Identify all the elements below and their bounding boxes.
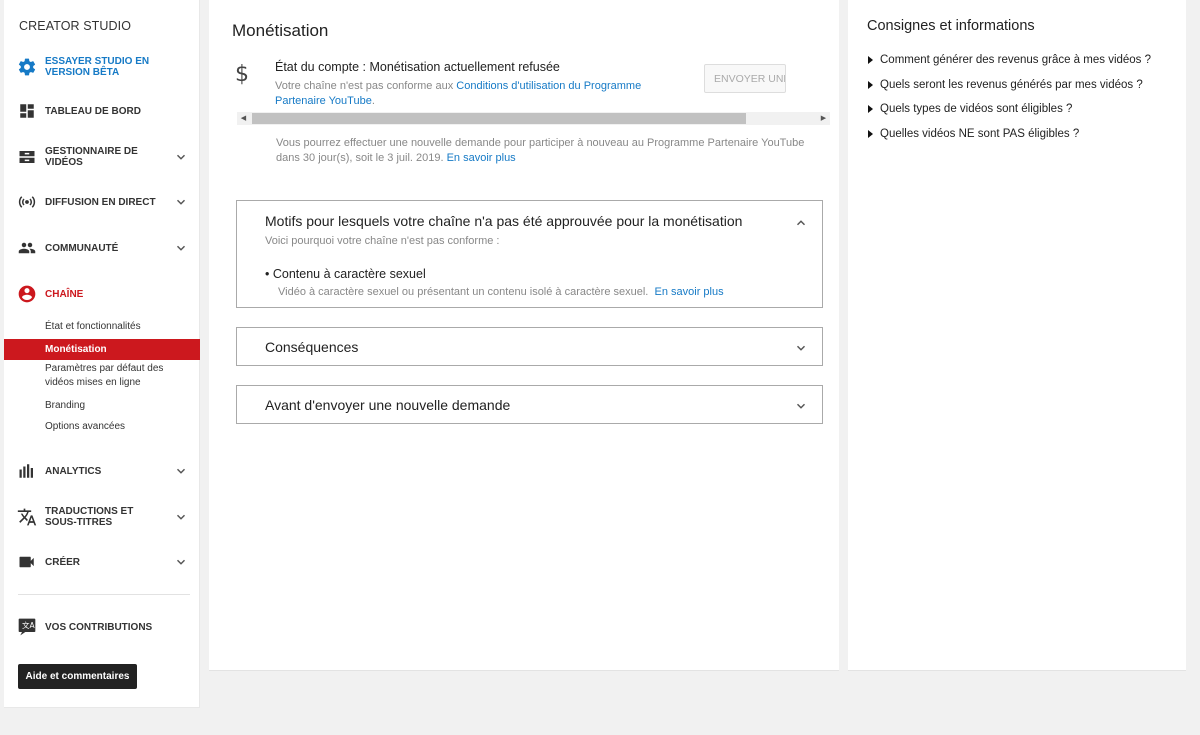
status-desc-prefix: Votre chaîne n'est pas conforme aux xyxy=(275,80,457,92)
scroll-right-arrow-icon[interactable]: ▶ xyxy=(817,112,830,125)
account-status-title: État du compte : Monétisation actuelleme… xyxy=(275,60,560,74)
sidebar-item-studio-beta[interactable]: ESSAYER STUDIO EN VERSION BÊTA xyxy=(4,55,200,79)
info-link-text[interactable]: Quels types de vidéos sont éligibles ? xyxy=(880,103,1072,115)
community-icon xyxy=(17,238,37,258)
info-link-earn[interactable]: Comment générer des revenus grâce à mes … xyxy=(868,54,1151,66)
sidebar-item-label: CHAÎNE xyxy=(45,288,84,300)
live-broadcast-icon xyxy=(17,192,37,212)
reason-title: • Contenu à caractère sexuel xyxy=(265,267,426,281)
reason-desc-text: Vidéo à caractère sexuel ou présentant u… xyxy=(278,286,649,298)
sidebar-item-create[interactable]: CRÉER xyxy=(4,552,200,572)
consequences-panel[interactable]: Conséquences xyxy=(236,327,823,366)
svg-text:文A: 文A xyxy=(22,620,35,630)
chevron-down-icon[interactable] xyxy=(174,241,188,255)
sidebar-item-community[interactable]: COMMUNAUTÉ xyxy=(4,238,200,258)
sidebar-subitem-upload-defaults[interactable]: Paramètres par défaut des vidéos mises e… xyxy=(4,362,174,390)
sidebar-item-label: COMMUNAUTÉ xyxy=(45,242,119,254)
panel-subtitle: Voici pourquoi votre chaîne n'est pas co… xyxy=(265,235,500,247)
main-content: Monétisation $ État du compte : Monétisa… xyxy=(209,0,839,671)
before-reapplying-panel[interactable]: Avant d'envoyer une nouvelle demande xyxy=(236,385,823,424)
guidelines-panel: Consignes et informations Comment génére… xyxy=(848,0,1186,671)
reapply-notice: Vous pourrez effectuer une nouvelle dema… xyxy=(276,136,816,165)
info-link-not-eligible[interactable]: Quelles vidéos NE sont PAS éligibles ? xyxy=(868,128,1079,140)
chevron-down-icon[interactable] xyxy=(174,195,188,209)
panel-title[interactable]: Avant d'envoyer une nouvelle demande xyxy=(265,397,510,413)
sidebar-divider xyxy=(18,594,190,595)
send-new-request-button[interactable]: ENVOYER UNE NOUVE xyxy=(704,64,786,93)
chevron-down-icon[interactable] xyxy=(794,399,808,413)
sidebar-item-label: DIFFUSION EN DIRECT xyxy=(45,196,156,208)
status-desc-suffix: . xyxy=(371,95,375,107)
translate-icon: 文A xyxy=(17,617,37,637)
chevron-down-icon[interactable] xyxy=(174,555,188,569)
learn-more-link[interactable]: En savoir plus xyxy=(447,152,516,164)
sidebar-item-channel[interactable]: CHAÎNE xyxy=(4,284,200,304)
caret-right-icon xyxy=(868,105,873,113)
creator-studio-brand: CREATOR STUDIO xyxy=(19,19,132,33)
scroll-left-arrow-icon[interactable]: ◀ xyxy=(237,112,250,125)
analytics-icon xyxy=(17,461,37,481)
info-link-eligible[interactable]: Quels types de vidéos sont éligibles ? xyxy=(868,103,1072,115)
reason-description: Vidéo à caractère sexuel ou présentant u… xyxy=(278,286,724,298)
panel-title[interactable]: Conséquences xyxy=(265,339,358,355)
chevron-up-icon[interactable] xyxy=(794,216,808,230)
info-link-revenue[interactable]: Quels seront les revenus générés par mes… xyxy=(868,79,1143,91)
sidebar-item-label: VOS CONTRIBUTIONS xyxy=(45,621,153,633)
reason-learn-more-link[interactable]: En savoir plus xyxy=(655,286,724,298)
sidebar-item-dashboard[interactable]: TABLEAU DE BORD xyxy=(4,101,200,121)
info-link-text[interactable]: Quels seront les revenus générés par mes… xyxy=(880,79,1143,91)
sidebar-item-translations[interactable]: TRADUCTIONS ET SOUS-TITRES xyxy=(4,505,200,529)
caret-right-icon xyxy=(868,130,873,138)
guidelines-title: Consignes et informations xyxy=(867,18,1035,34)
video-manager-icon xyxy=(17,147,37,167)
sidebar-subitem-advanced[interactable]: Options avancées xyxy=(4,420,200,434)
sidebar-item-contributions[interactable]: 文A VOS CONTRIBUTIONS xyxy=(4,617,200,637)
dollar-icon: $ xyxy=(235,62,249,87)
sidebar-subitem-monetisation[interactable]: Monétisation xyxy=(4,339,200,360)
sidebar-item-label: TABLEAU DE BORD xyxy=(45,105,141,117)
chevron-down-icon[interactable] xyxy=(174,150,188,164)
camera-icon xyxy=(17,552,37,572)
chevron-down-icon[interactable] xyxy=(174,510,188,524)
caret-right-icon xyxy=(868,56,873,64)
page-title: Monétisation xyxy=(232,21,329,40)
sidebar-item-label: GESTIONNAIRE DE VIDÉOS xyxy=(45,146,138,168)
reason-title-text: Contenu à caractère sexuel xyxy=(272,267,426,281)
account-status-description: Votre chaîne n'est pas conforme aux Cond… xyxy=(275,79,655,109)
dashboard-icon xyxy=(17,101,37,121)
info-link-text[interactable]: Quelles vidéos NE sont PAS éligibles ? xyxy=(880,128,1079,140)
rejection-reasons-panel: Motifs pour lesquels votre chaîne n'a pa… xyxy=(236,200,823,308)
chevron-down-icon[interactable] xyxy=(174,464,188,478)
sidebar: CREATOR STUDIO ESSAYER STUDIO EN VERSION… xyxy=(4,0,200,708)
gear-icon xyxy=(17,57,37,77)
sidebar-item-label: ESSAYER STUDIO EN VERSION BÊTA xyxy=(45,56,150,78)
caret-right-icon xyxy=(868,81,873,89)
horizontal-scrollbar[interactable]: ◀ ▶ xyxy=(237,112,830,125)
translate-icon xyxy=(17,507,37,527)
chevron-down-icon[interactable] xyxy=(794,341,808,355)
help-feedback-button[interactable]: Aide et commentaires xyxy=(18,664,137,689)
scrollbar-thumb[interactable] xyxy=(252,113,746,124)
info-link-text[interactable]: Comment générer des revenus grâce à mes … xyxy=(880,54,1151,66)
sidebar-item-label: TRADUCTIONS ET SOUS-TITRES xyxy=(45,506,134,528)
sidebar-subitem-branding[interactable]: Branding xyxy=(4,399,200,413)
reapply-text: Vous pourrez effectuer une nouvelle dema… xyxy=(276,137,805,164)
sidebar-subitem-status[interactable]: État et fonctionnalités xyxy=(4,320,200,334)
panel-title[interactable]: Motifs pour lesquels votre chaîne n'a pa… xyxy=(265,213,742,229)
sidebar-item-video-manager[interactable]: GESTIONNAIRE DE VIDÉOS xyxy=(4,146,200,168)
sidebar-item-analytics[interactable]: ANALYTICS xyxy=(4,461,200,481)
sidebar-item-label: CRÉER xyxy=(45,556,81,568)
sidebar-item-live[interactable]: DIFFUSION EN DIRECT xyxy=(4,192,200,212)
account-circle-icon xyxy=(17,284,37,304)
sidebar-item-label: ANALYTICS xyxy=(45,465,102,477)
